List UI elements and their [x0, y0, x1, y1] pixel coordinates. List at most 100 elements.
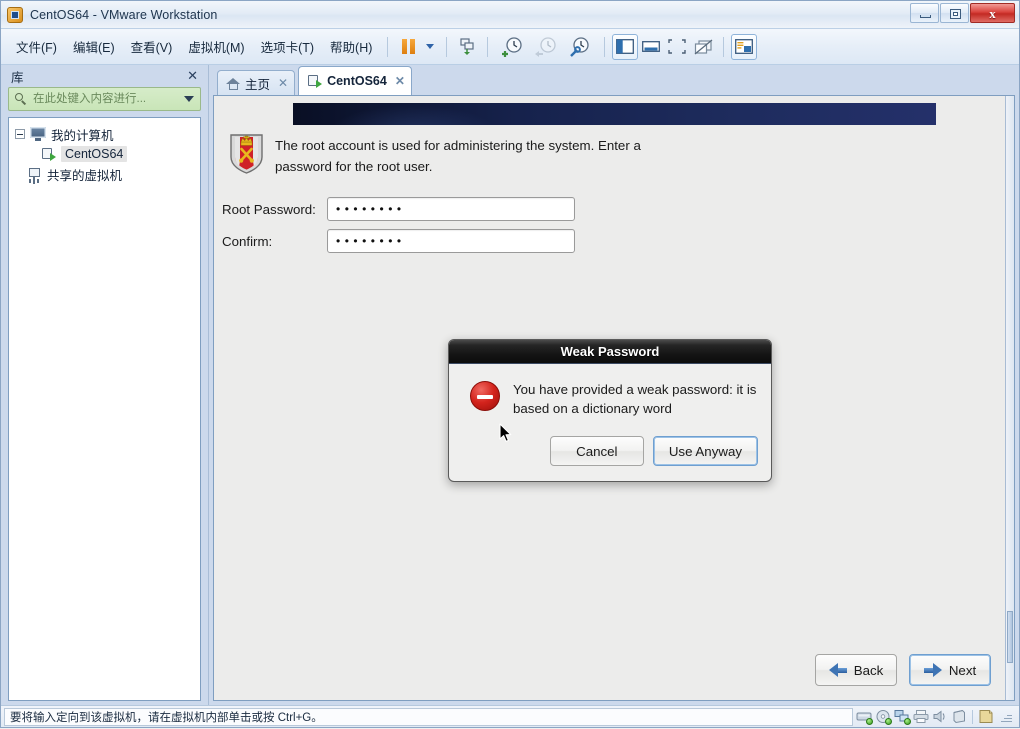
vm-send-icon	[460, 37, 474, 55]
vm-console[interactable]: The root account is used for administeri…	[213, 95, 1015, 701]
tab-home[interactable]: 主页 ✕	[217, 70, 296, 95]
menu-tabs[interactable]: 选项卡(T)	[254, 34, 321, 59]
printer-icon[interactable]	[913, 709, 929, 724]
window-title: CentOS64 - VMware Workstation	[30, 7, 218, 22]
snapshot-revert-icon	[535, 36, 557, 57]
root-password-field[interactable]: ••••••••	[327, 197, 575, 221]
back-button-label: Back	[853, 662, 884, 678]
message-log-icon[interactable]	[978, 709, 994, 724]
menu-view[interactable]: 查看(V)	[124, 34, 180, 59]
network-adapter-icon[interactable]	[894, 709, 911, 725]
tree-shared-vms[interactable]: 共享的虚拟机	[13, 164, 196, 184]
hard-disk-icon[interactable]	[856, 709, 873, 725]
restore-button[interactable]	[940, 3, 969, 23]
cd-dvd-icon[interactable]	[875, 709, 892, 725]
main-area: 库 ✕ 我的计算机 CentOS64	[1, 65, 1019, 705]
tab-label: 主页	[245, 77, 271, 92]
tree-my-computer[interactable]: 我的计算机	[13, 124, 196, 144]
home-icon	[226, 77, 240, 90]
window-controls: x	[910, 3, 1015, 23]
use-anyway-button[interactable]: Use Anyway	[652, 436, 758, 466]
next-button-label: Next	[948, 662, 977, 678]
confirm-password-field[interactable]: ••••••••	[327, 229, 575, 253]
tab-strip: 主页 ✕ CentOS64 ✕	[209, 65, 1019, 95]
collapse-expander-icon[interactable]	[15, 129, 25, 139]
arrow-left-icon	[828, 663, 847, 677]
arrow-right-icon	[923, 663, 942, 677]
dialog-body: You have provided a weak password: it is…	[449, 364, 771, 426]
chevron-down-icon[interactable]	[184, 96, 194, 102]
library-tree: 我的计算机 CentOS64 共享的虚拟机	[8, 117, 201, 701]
unity-icon	[694, 38, 713, 55]
search-icon	[15, 93, 27, 105]
confirm-password-label: Confirm:	[222, 233, 273, 249]
library-title: 库	[11, 70, 24, 85]
library-search-box[interactable]	[8, 87, 201, 111]
menu-vm[interactable]: 虚拟机(M)	[181, 34, 251, 59]
connected-dot	[904, 718, 911, 725]
sound-card-icon[interactable]	[932, 709, 948, 724]
usb-device-icon[interactable]	[951, 709, 967, 724]
library-header: 库 ✕	[4, 65, 205, 87]
status-separator	[972, 709, 973, 724]
resize-grip[interactable]	[999, 710, 1013, 724]
error-icon	[470, 381, 500, 411]
dialog-actions: Cancel Use Anyway	[449, 426, 771, 481]
cancel-button[interactable]: Cancel	[549, 436, 644, 466]
vm-console-scrollbar[interactable]	[1005, 96, 1014, 700]
toolbar-separator	[387, 36, 389, 57]
fullscreen-icon	[668, 39, 687, 54]
pause-icon	[401, 39, 415, 54]
toolbar-separator	[723, 36, 725, 57]
minimize-button[interactable]	[910, 3, 939, 23]
take-snapshot-button[interactable]	[495, 34, 529, 60]
device-status-icons	[856, 709, 1017, 725]
vm-icon	[41, 147, 56, 162]
menu-help[interactable]: 帮助(H)	[323, 34, 379, 59]
weak-password-dialog: Weak Password You have provided a weak p…	[448, 339, 772, 482]
revert-snapshot-button[interactable]	[529, 34, 563, 60]
unity-mode-button[interactable]	[690, 34, 716, 60]
tab-centos64[interactable]: CentOS64 ✕	[298, 66, 412, 95]
root-password-info: The root account is used for administeri…	[228, 132, 648, 177]
snapshot-manage-icon	[570, 36, 590, 57]
tree-item-label: CentOS64	[61, 146, 128, 162]
toolbar-separator	[446, 36, 448, 57]
root-shield-icon	[228, 132, 265, 174]
console-view-button[interactable]	[731, 33, 758, 60]
tab-close-icon[interactable]: ✕	[395, 74, 405, 88]
snapshot-manager-button[interactable]	[563, 34, 597, 60]
root-password-description: The root account is used for administeri…	[275, 138, 641, 174]
dialog-message: You have provided a weak password: it is…	[513, 382, 757, 416]
send-ctrl-alt-del-button[interactable]	[454, 34, 480, 60]
minimize-icon	[920, 15, 931, 18]
next-button[interactable]: Next	[909, 654, 991, 686]
search-input[interactable]	[31, 92, 180, 106]
suspend-button[interactable]	[395, 34, 421, 60]
menu-edit[interactable]: 编辑(E)	[66, 34, 122, 59]
console-view-icon	[735, 39, 754, 54]
tab-label: CentOS64	[327, 74, 387, 88]
root-password-label: Root Password:	[222, 201, 316, 217]
show-library-button[interactable]	[612, 33, 639, 60]
dialog-title: Weak Password	[449, 340, 771, 364]
back-button[interactable]: Back	[815, 654, 897, 686]
vmware-icon	[7, 6, 23, 23]
tab-close-icon[interactable]: ✕	[278, 76, 288, 90]
thumbnail-bar-icon	[642, 41, 661, 52]
menu-file[interactable]: 文件(F)	[9, 34, 64, 59]
library-close-icon[interactable]: ✕	[184, 68, 201, 84]
chevron-down-icon	[426, 44, 435, 49]
close-icon: x	[989, 6, 996, 21]
scrollbar-thumb[interactable]	[1007, 611, 1013, 663]
fullscreen-button[interactable]	[664, 34, 690, 60]
snapshot-add-icon	[502, 36, 523, 57]
power-dropdown-button[interactable]	[421, 34, 439, 60]
close-button[interactable]: x	[970, 3, 1015, 23]
vm-pane: 主页 ✕ CentOS64 ✕ The root account is used…	[209, 65, 1019, 705]
tree-vm-centos64[interactable]: CentOS64	[13, 144, 196, 164]
installer-navigation: Back Next	[815, 654, 991, 686]
library-sidebar: 库 ✕ 我的计算机 CentOS64	[1, 65, 209, 705]
status-message: 要将输入定向到该虚拟机，请在虚拟机内部单击或按 Ctrl+G。	[4, 707, 853, 726]
show-thumbnails-button[interactable]	[638, 34, 664, 60]
